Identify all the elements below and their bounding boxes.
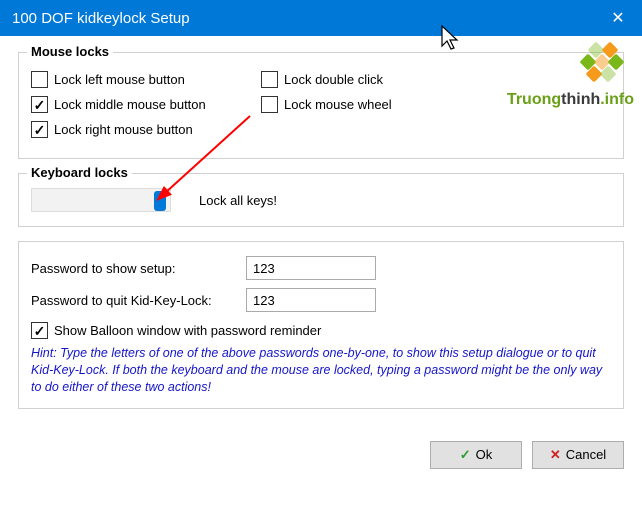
check-icon: ✓ [460, 447, 471, 463]
slider-label: Lock all keys! [199, 193, 277, 208]
password-show-label: Password to show setup: [31, 261, 246, 276]
close-icon: ✕ [611, 8, 624, 28]
lock-double-checkbox[interactable]: Lock double click [261, 71, 383, 88]
mouse-locks-title: Mouse locks [27, 44, 113, 59]
button-row: ✓ Ok ✕ Cancel [0, 435, 642, 469]
cancel-button[interactable]: ✕ Cancel [532, 441, 624, 469]
keyboard-lock-slider[interactable] [31, 188, 171, 212]
ok-label: Ok [476, 447, 493, 462]
checkbox-icon [261, 96, 278, 113]
lock-wheel-checkbox[interactable]: Lock mouse wheel [261, 96, 392, 113]
slider-thumb[interactable] [154, 191, 166, 211]
lock-double-label: Lock double click [284, 72, 383, 87]
balloon-checkbox[interactable]: Show Balloon window with password remind… [31, 322, 611, 339]
lock-wheel-label: Lock mouse wheel [284, 97, 392, 112]
lock-left-label: Lock left mouse button [54, 72, 185, 87]
lock-middle-label: Lock middle mouse button [54, 97, 206, 112]
keyboard-locks-title: Keyboard locks [27, 165, 132, 180]
titlebar: 100 DOF kidkeylock Setup ✕ [0, 0, 642, 36]
lock-middle-checkbox[interactable]: Lock middle mouse button [31, 96, 261, 113]
dialog-content: Mouse locks Lock left mouse button Lock … [0, 36, 642, 435]
password-show-input[interactable] [246, 256, 376, 280]
close-button[interactable]: ✕ [594, 0, 642, 36]
checkbox-icon [31, 121, 48, 138]
ok-button[interactable]: ✓ Ok [430, 441, 522, 469]
hint-text: Hint: Type the letters of one of the abo… [31, 345, 611, 396]
checkbox-icon [31, 322, 48, 339]
checkbox-icon [261, 71, 278, 88]
cancel-label: Cancel [566, 447, 606, 462]
password-group: Password to show setup: Password to quit… [18, 241, 624, 409]
window-title: 100 DOF kidkeylock Setup [12, 10, 190, 27]
lock-left-checkbox[interactable]: Lock left mouse button [31, 71, 261, 88]
keyboard-locks-group: Keyboard locks Lock all keys! [18, 173, 624, 227]
x-icon: ✕ [550, 447, 561, 463]
password-quit-label: Password to quit Kid-Key-Lock: [31, 293, 246, 308]
mouse-locks-group: Mouse locks Lock left mouse button Lock … [18, 52, 624, 159]
checkbox-icon [31, 71, 48, 88]
balloon-label: Show Balloon window with password remind… [54, 323, 321, 338]
lock-right-label: Lock right mouse button [54, 122, 193, 137]
checkbox-icon [31, 96, 48, 113]
password-quit-input[interactable] [246, 288, 376, 312]
lock-right-checkbox[interactable]: Lock right mouse button [31, 121, 261, 138]
